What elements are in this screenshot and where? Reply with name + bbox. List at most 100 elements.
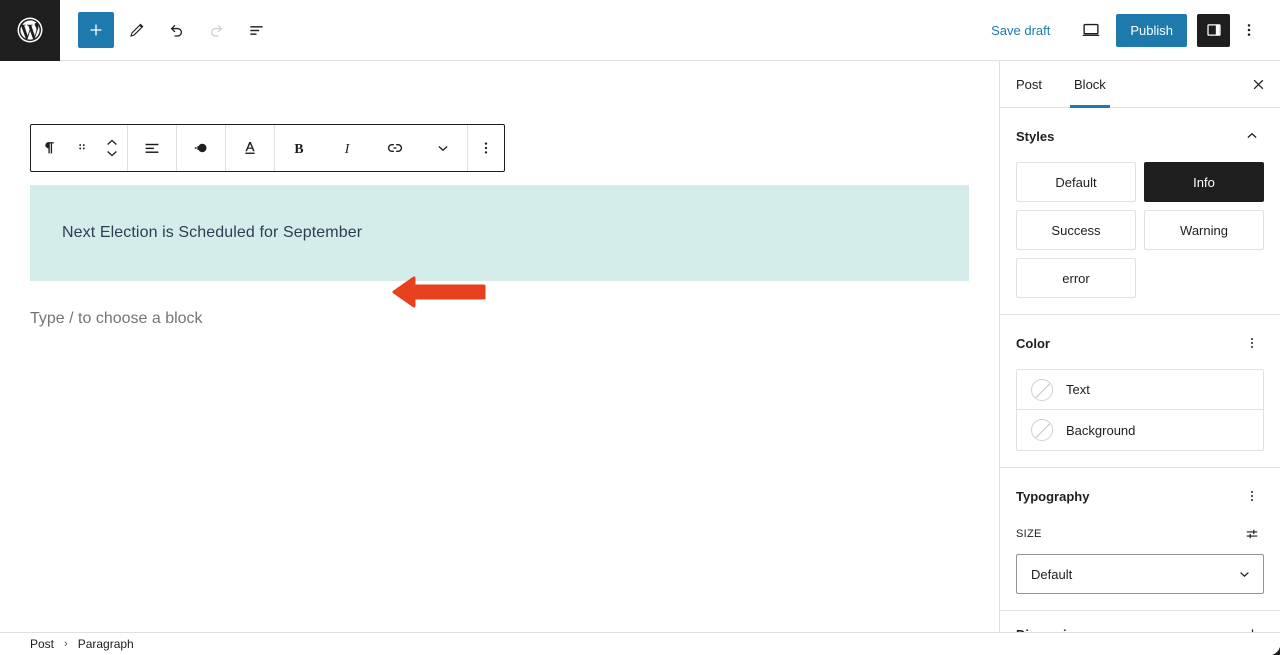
styles-options-grid: Default Info Success Warning error [1016, 162, 1264, 298]
vertical-ellipsis-icon [1251, 491, 1253, 501]
font-size-value: Default [1031, 566, 1073, 582]
align-text-button[interactable] [128, 125, 176, 171]
topbar-left-tools [60, 12, 278, 48]
list-view-button[interactable] [238, 12, 274, 48]
color-row-text[interactable]: Text [1017, 370, 1263, 410]
color-row-text-label: Text [1066, 382, 1090, 397]
bold-icon: B [294, 141, 303, 156]
tab-post[interactable]: Post [1000, 61, 1058, 107]
preview-button[interactable] [1072, 12, 1110, 48]
color-title: Color [1016, 335, 1050, 351]
publish-button[interactable]: Publish [1116, 13, 1187, 47]
typography-options-button[interactable] [1240, 484, 1264, 508]
block-toolbar: B I [30, 124, 505, 172]
more-options-button[interactable] [1232, 12, 1266, 48]
chevron-up-icon [1247, 132, 1257, 138]
wordpress-logo-icon[interactable] [0, 0, 60, 61]
vertical-ellipsis-icon [1251, 338, 1253, 348]
more-rich-text-button[interactable] [419, 125, 467, 171]
link-button[interactable] [371, 125, 419, 171]
empty-color-swatch-icon [1031, 378, 1053, 401]
breadcrumb: Post › Paragraph [0, 632, 1280, 655]
tools-mode-button[interactable] [118, 12, 154, 48]
alert-block-text[interactable]: Next Election is Scheduled for September [30, 224, 362, 242]
save-draft-button[interactable]: Save draft [979, 17, 1062, 44]
settings-panel-icon [1206, 24, 1221, 36]
drag-handle-button[interactable] [67, 125, 97, 171]
typography-title: Typography [1016, 488, 1090, 504]
close-x-icon [1253, 79, 1263, 89]
editor-canvas: B I Next Election is Scheduled for Septe… [0, 61, 1000, 632]
text-color-a-icon [245, 141, 255, 154]
highlight-contrast-button[interactable] [177, 125, 225, 171]
add-block-button[interactable] [78, 12, 114, 48]
chevron-down-icon [438, 146, 448, 152]
block-toolbar-group-highlight [177, 125, 226, 171]
paragraph-pilcrow-icon [45, 142, 54, 154]
color-row-background-label: Background [1066, 422, 1136, 438]
settings-sidebar-toggle-button[interactable] [1197, 13, 1230, 47]
contrast-highlight-icon [194, 143, 207, 153]
font-size-label-row: SIZE [1016, 522, 1264, 546]
breadcrumb-item-post[interactable]: Post [26, 635, 58, 653]
block-toolbar-group-richtext: B I [275, 125, 468, 171]
style-option-info[interactable]: Info [1144, 162, 1264, 202]
tab-block[interactable]: Block [1058, 61, 1122, 108]
styles-title: Styles [1016, 128, 1055, 144]
settings-sidebar: Post Block Styles Default Info Success W… [1000, 61, 1280, 632]
sliders-settings-icon [1246, 529, 1258, 539]
style-option-success[interactable]: Success [1016, 210, 1136, 250]
color-section: Color Text Background [1000, 315, 1280, 468]
color-options-button[interactable] [1240, 331, 1264, 355]
breadcrumb-item-paragraph[interactable]: Paragraph [74, 635, 138, 653]
dimensions-section[interactable]: Dimensions [1000, 610, 1280, 632]
breadcrumb-separator-icon: › [64, 638, 68, 650]
chevron-up-icon [107, 139, 117, 145]
text-color-button[interactable] [226, 125, 274, 171]
block-toolbar-group-align [128, 125, 177, 171]
redo-button[interactable] [198, 12, 234, 48]
link-icon [387, 144, 403, 152]
close-sidebar-button[interactable] [1236, 61, 1280, 107]
typography-section: Typography SIZE Default [1000, 468, 1280, 610]
chevron-down-icon [107, 151, 117, 157]
redo-arrow-icon [210, 24, 222, 37]
block-toolbar-group-textcolor [226, 125, 275, 171]
desktop-preview-icon [1083, 23, 1100, 36]
svg-text:I: I [344, 141, 351, 156]
document-list-view-icon [249, 25, 263, 35]
pencil-tools-icon [129, 23, 143, 37]
undo-arrow-icon [170, 24, 182, 37]
plus-icon [1251, 629, 1253, 632]
drag-dots-icon [79, 144, 85, 150]
styles-section-header: Styles [1016, 124, 1264, 148]
italic-button[interactable]: I [323, 125, 371, 171]
font-size-settings-button[interactable] [1240, 522, 1264, 546]
block-toolbar-group-options [468, 125, 504, 171]
empty-paragraph-placeholder[interactable]: Type / to choose a block [30, 310, 203, 328]
block-movers[interactable] [97, 125, 127, 171]
info-alert-block[interactable]: Next Election is Scheduled for September [30, 185, 969, 281]
styles-section: Styles Default Info Success Warning erro… [1000, 108, 1280, 315]
dimensions-add-button[interactable] [1240, 623, 1264, 632]
color-row-background[interactable]: Background [1017, 410, 1263, 450]
plus-icon [90, 24, 102, 36]
typography-section-header: Typography [1016, 484, 1264, 508]
sidebar-tabs: Post Block [1000, 61, 1280, 108]
font-size-label: SIZE [1016, 528, 1042, 540]
block-toolbar-group-block [31, 125, 128, 171]
align-text-icon [145, 143, 159, 153]
topbar-right-tools: Save draft Publish [979, 12, 1280, 48]
style-option-error[interactable]: error [1016, 258, 1136, 298]
block-type-button[interactable] [31, 125, 67, 171]
color-section-header: Color [1016, 331, 1264, 355]
font-size-select[interactable]: Default [1016, 554, 1264, 594]
undo-button[interactable] [158, 12, 194, 48]
styles-collapse-button[interactable] [1240, 124, 1264, 148]
italic-icon: I [344, 141, 351, 156]
bold-button[interactable]: B [275, 125, 323, 171]
style-option-default[interactable]: Default [1016, 162, 1136, 202]
vertical-ellipsis-icon [484, 142, 488, 154]
style-option-warning[interactable]: Warning [1144, 210, 1264, 250]
block-options-button[interactable] [468, 125, 504, 171]
